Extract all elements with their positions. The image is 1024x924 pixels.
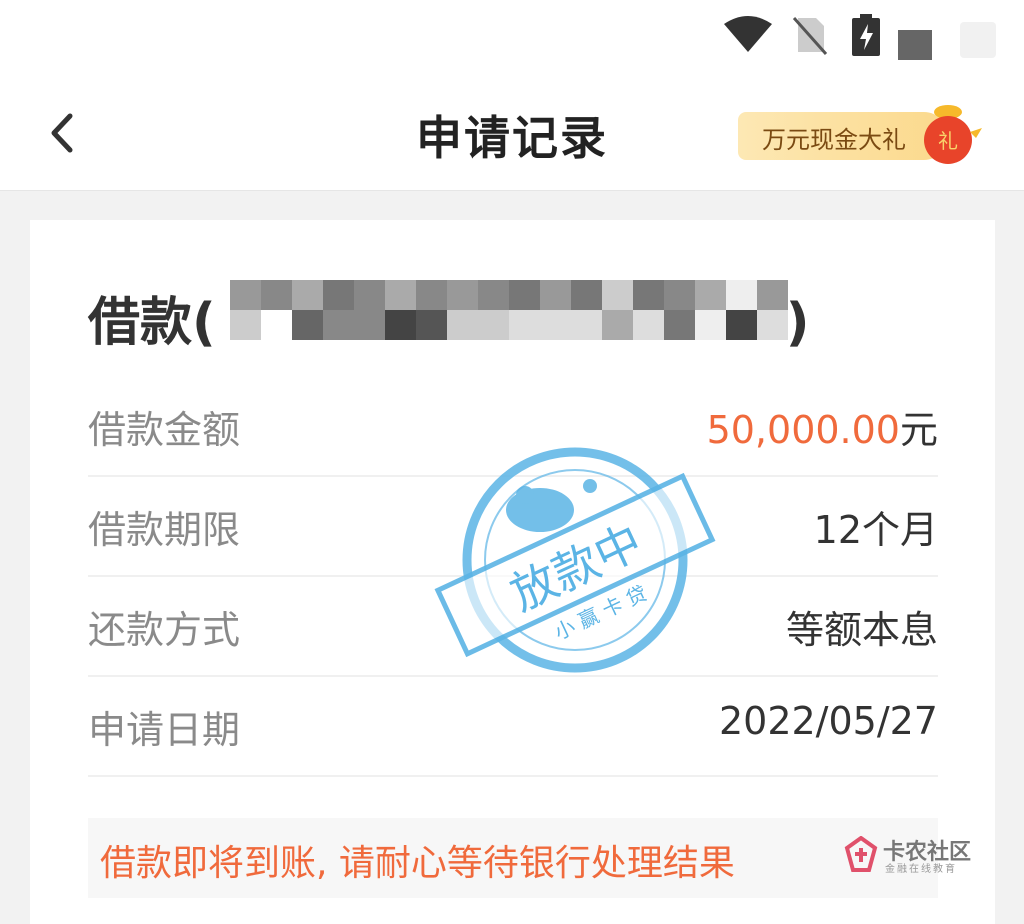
watermark-sub: 金融在线教育	[885, 864, 957, 875]
status-notice: 借款即将到账, 请耐心等待银行处理结果	[88, 818, 938, 898]
promo-label: 万元现金大礼	[762, 126, 906, 154]
status-faint-icon	[960, 22, 996, 58]
loan-title-close: )	[785, 293, 810, 353]
redacted-mosaic	[230, 280, 788, 340]
promo-banner[interactable]: 万元现金大礼 礼	[738, 105, 1010, 164]
status-notice-text: 借款即将到账, 请耐心等待银行处理结果	[100, 843, 735, 884]
application-date-value: 2022/05/27	[718, 699, 938, 743]
disbursing-stamp: 放款中 小 赢 卡 贷	[434, 447, 716, 673]
status-indicator-icon	[898, 30, 932, 60]
promo-badge: 礼	[938, 129, 958, 153]
loan-title-text: 借款(	[88, 293, 216, 353]
no-sim-icon	[792, 17, 828, 55]
loan-term-label: 借款期限	[88, 508, 241, 552]
community-watermark: 卡农社区 金融在线教育	[843, 834, 973, 875]
application-date-label: 申请日期	[88, 708, 241, 752]
battery-charging-icon	[852, 14, 880, 56]
repayment-method-value: 等额本息	[785, 608, 938, 652]
loan-amount-number: 50,000.00	[706, 408, 900, 452]
loan-amount-value: 50,000.00元	[707, 399, 938, 454]
gift-bag-icon: 礼	[924, 105, 982, 164]
loan-amount-unit: 元	[899, 408, 938, 452]
application-date-row: 申请日期 2022/05/27	[88, 675, 938, 777]
loan-amount-label: 借款金额	[88, 408, 241, 452]
repayment-method-label: 还款方式	[88, 608, 241, 652]
loan-term-value: 12个月	[813, 508, 938, 552]
wifi-icon	[724, 16, 772, 52]
app-header: 申请记录 万元现金大礼 礼	[0, 80, 1024, 191]
community-logo-icon	[844, 836, 878, 872]
status-bar	[0, 0, 1024, 80]
